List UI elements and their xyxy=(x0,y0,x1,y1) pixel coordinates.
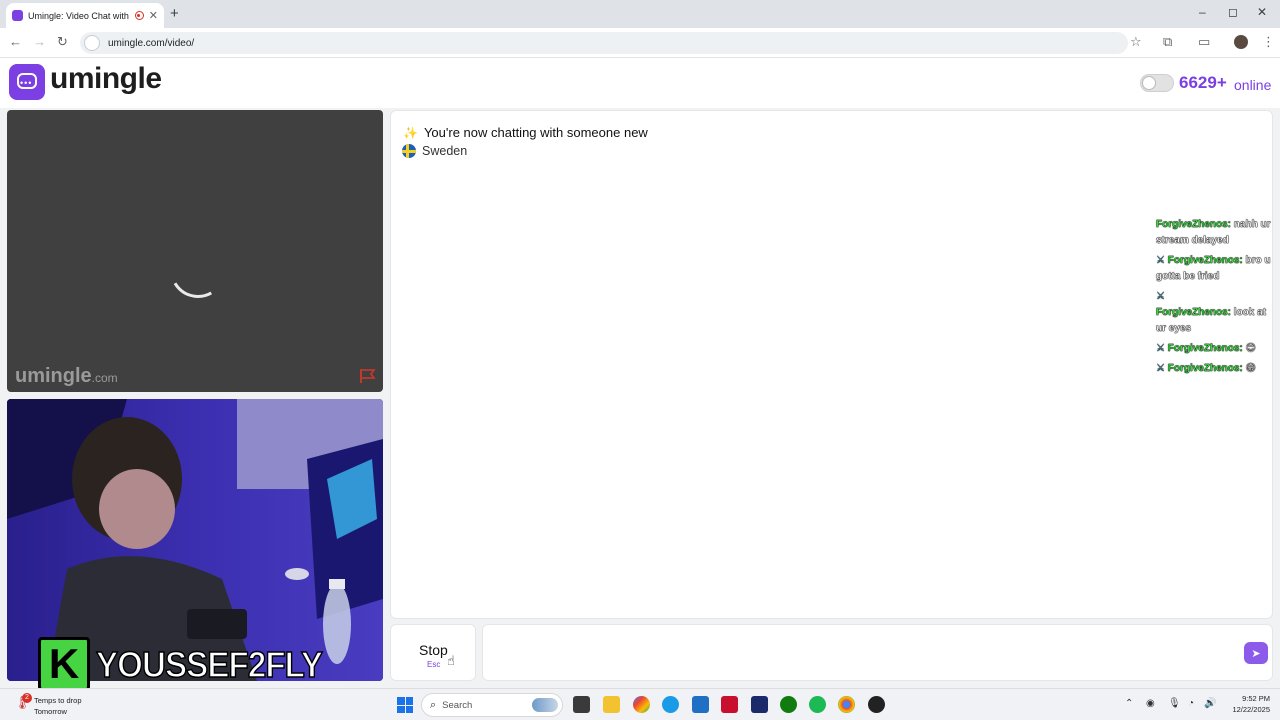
taskbar-search[interactable]: ⌕ Search xyxy=(421,693,563,717)
umingle-logo-icon[interactable]: ••• xyxy=(9,64,45,100)
task-view-icon[interactable] xyxy=(573,696,590,713)
profile-avatar[interactable] xyxy=(1234,35,1248,49)
weather-subline: Tomorrow xyxy=(34,707,67,716)
kick-logo-icon: K xyxy=(38,637,90,691)
clock-date: 12/22/2025 xyxy=(1232,705,1270,714)
sweden-flag-icon xyxy=(402,144,416,158)
tab-title: Umingle: Video Chat with S xyxy=(28,10,130,21)
chat-status-text: You're now chatting with someone new xyxy=(423,125,648,140)
chat-username: ForgiveZhenos: xyxy=(1167,363,1243,374)
online-label: online xyxy=(1234,77,1272,93)
xbox-icon[interactable] xyxy=(780,696,797,713)
spotify-icon[interactable] xyxy=(809,696,826,713)
chat-panel: ✨ You're now chatting with someone new S… xyxy=(390,110,1273,619)
mcafee-icon[interactable] xyxy=(721,696,738,713)
umingle-favicon-icon xyxy=(12,10,23,21)
theme-toggle[interactable] xyxy=(1140,74,1174,92)
sword-badge-icon: ⚔ xyxy=(1156,255,1165,266)
stop-label: Stop xyxy=(419,642,448,658)
menu-kebab-icon[interactable]: ⋮ xyxy=(1262,34,1275,50)
chrome-icon[interactable] xyxy=(838,696,855,713)
new-tab-button[interactable]: + xyxy=(170,5,179,22)
bookmark-star-icon[interactable]: ☆ xyxy=(1130,34,1142,50)
streamer-name: YOUSSEF2FLY xyxy=(95,643,323,686)
reload-icon[interactable]: ↻ xyxy=(57,34,68,50)
forward-arrow-icon[interactable]: → xyxy=(33,34,46,49)
send-button[interactable]: ➤ xyxy=(1244,642,1268,664)
sword-badge-icon: ⚔ xyxy=(1156,291,1165,302)
site-info-icon[interactable] xyxy=(84,35,100,51)
chat-country-message: Sweden xyxy=(402,144,467,158)
umingle-page: ••• umingle 6629+ online umingle.com ✨ Y… xyxy=(0,58,1280,691)
volume-icon[interactable]: 🔊 xyxy=(1204,698,1216,709)
sword-badge-icon: ⚔ xyxy=(1156,343,1165,354)
stream-chat-overlay: ForgiveZhenos: nahh ur stream delayed ⚔ … xyxy=(1156,217,1274,381)
chat-username: ForgiveZhenos: xyxy=(1167,255,1243,266)
video-watermark: umingle.com xyxy=(15,365,118,388)
weather-badge: 2 xyxy=(22,693,32,703)
weather-headline: Temps to drop xyxy=(34,696,82,705)
browser-tabstrip: Umingle: Video Chat with S ✕ + – ◻ ✕ xyxy=(0,0,1280,28)
search-icon: ⌕ xyxy=(430,698,437,711)
sparkle-icon: ✨ xyxy=(403,125,418,140)
browser-toolbar: ← → ↻ umingle.com/video/ ☆ ⧉ ▭ ⋮ xyxy=(0,28,1280,58)
obs-icon[interactable] xyxy=(868,696,885,713)
site-header: ••• umingle 6629+ online xyxy=(0,58,1280,108)
copilot-icon[interactable] xyxy=(633,696,650,713)
report-flag-icon[interactable] xyxy=(359,368,377,384)
watermark-suffix: .com xyxy=(91,371,118,385)
chat-username: ForgiveZhenos: xyxy=(1156,219,1232,230)
search-placeholder: Search xyxy=(442,699,473,711)
extensions-icon[interactable]: ⧉ xyxy=(1163,34,1172,50)
maximize-button[interactable]: ◻ xyxy=(1228,5,1238,19)
clock-time: 9:52 PM xyxy=(1242,694,1270,703)
recording-icon xyxy=(134,11,144,20)
edge-icon[interactable] xyxy=(662,696,679,713)
store-icon[interactable] xyxy=(692,696,709,713)
chat-status-message: ✨ You're now chatting with someone new xyxy=(403,125,648,140)
tray-app-icon[interactable]: ◉ xyxy=(1146,698,1155,709)
chat-country-text: Sweden xyxy=(422,144,468,158)
message-input[interactable]: ➤ xyxy=(482,624,1273,681)
side-panel-icon[interactable]: ▭ xyxy=(1198,34,1210,50)
url-text: umingle.com/video/ xyxy=(108,37,195,49)
hand-cursor-icon: ☝ xyxy=(447,653,455,668)
stream-chat-message: ⚔ ForgiveZhenos: bro u gotta be fried xyxy=(1156,253,1274,285)
send-arrow-icon: ➤ xyxy=(1251,647,1261,660)
microphone-icon[interactable]: 🎙 xyxy=(1168,698,1181,709)
stream-chat-message: ForgiveZhenos: nahh ur stream delayed xyxy=(1156,217,1274,249)
wifi-icon[interactable]: ◔ xyxy=(1188,698,1194,709)
site-logo-text[interactable]: umingle xyxy=(50,62,162,96)
windows-start-icon[interactable] xyxy=(397,697,413,713)
sword-badge-icon: ⚔ xyxy=(1156,363,1165,374)
stop-button[interactable]: Stop Esc ☝ xyxy=(390,624,476,681)
chat-username: ForgiveZhenos: xyxy=(1156,307,1232,318)
file-explorer-icon[interactable] xyxy=(603,696,620,713)
chat-username: ForgiveZhenos: xyxy=(1167,343,1243,354)
stream-chat-message: ⚔ ForgiveZhenos: look at ur eyes xyxy=(1156,289,1274,337)
stop-shortcut-hint: Esc xyxy=(427,660,441,669)
search-highlight-image xyxy=(532,698,558,712)
chat-emote: 😁 xyxy=(1245,363,1256,374)
taskbar: 🌡 2 Temps to drop Tomorrow ⌕ Search ⌃ ◉ … xyxy=(0,688,1280,720)
loading-spinner-icon xyxy=(163,235,233,305)
stream-chat-message: ⚔ ForgiveZhenos: 😊 xyxy=(1156,341,1274,357)
back-arrow-icon[interactable]: ← xyxy=(9,34,22,49)
launcher-l-icon[interactable] xyxy=(751,696,768,713)
chat-emote: 😊 xyxy=(1245,343,1256,354)
watermark-text: umingle xyxy=(15,365,92,387)
tab-close-icon[interactable]: ✕ xyxy=(149,9,158,22)
close-window-button[interactable]: ✕ xyxy=(1257,5,1267,19)
stream-chat-message: ⚔ ForgiveZhenos: 😁 xyxy=(1156,361,1274,377)
toggle-knob xyxy=(1142,76,1156,90)
online-count: 6629+ xyxy=(1179,73,1227,92)
tray-chevron-icon[interactable]: ⌃ xyxy=(1125,698,1133,709)
address-bar[interactable]: umingle.com/video/ xyxy=(80,32,1128,54)
browser-tab[interactable]: Umingle: Video Chat with S ✕ xyxy=(6,3,164,28)
remote-video: umingle.com xyxy=(7,110,383,392)
kick-logo-letter: K xyxy=(48,640,80,687)
minimize-button[interactable]: – xyxy=(1199,5,1206,19)
taskbar-clock[interactable]: 9:52 PM 12/22/2025 xyxy=(1226,693,1270,715)
